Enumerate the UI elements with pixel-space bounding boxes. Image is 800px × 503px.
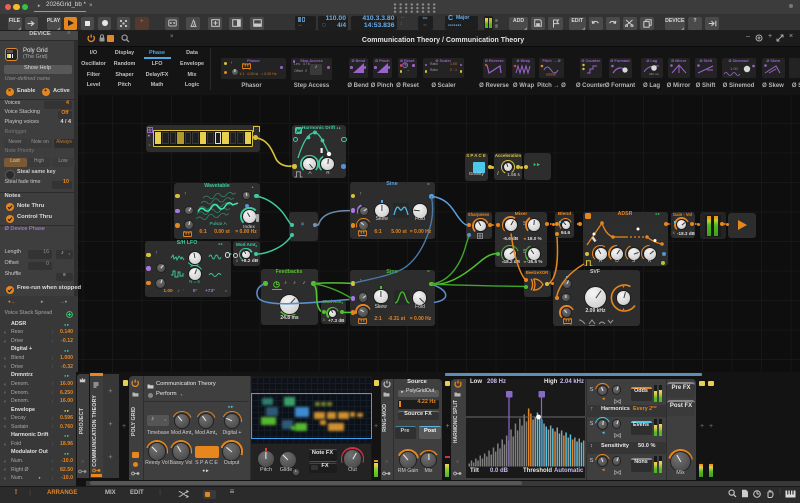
svg-text:1.00: 1.00 <box>730 66 739 71</box>
svg-text:octave: octave <box>546 72 556 76</box>
svg-text:360 ms: 360 ms <box>649 72 659 76</box>
